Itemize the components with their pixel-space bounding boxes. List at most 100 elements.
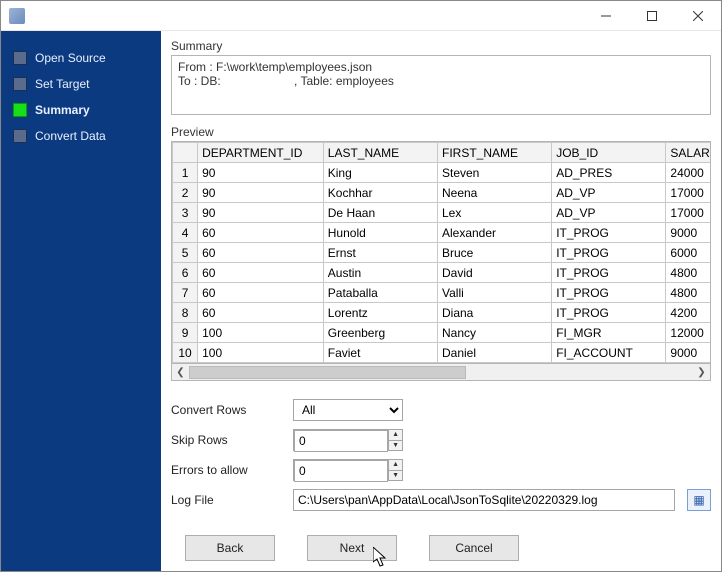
step-summary[interactable]: Summary	[9, 97, 153, 123]
skip-rows-input[interactable]	[294, 430, 388, 452]
convert-rows-select[interactable]: All	[293, 399, 403, 421]
cell[interactable]: David	[437, 263, 551, 283]
cell[interactable]: Nancy	[437, 323, 551, 343]
minimize-button[interactable]	[583, 1, 629, 31]
skip-rows-spinner[interactable]: ▲▼	[293, 429, 403, 451]
cell[interactable]: Ernst	[323, 243, 437, 263]
spin-down-icon[interactable]: ▼	[389, 471, 402, 481]
step-set-target[interactable]: Set Target	[9, 71, 153, 97]
spin-down-icon[interactable]: ▼	[389, 441, 402, 451]
table-row[interactable]: 660AustinDavidIT_PROG4800DAUSTIN103	[173, 263, 711, 283]
cell[interactable]: 17000	[666, 183, 710, 203]
cell[interactable]: 17000	[666, 203, 710, 223]
summary-from-line: From : F:\work\temp\employees.json	[178, 60, 704, 74]
cell[interactable]: 60	[198, 303, 324, 323]
table-row[interactable]: 9100GreenbergNancyFI_MGR12000NGREENBE101	[173, 323, 711, 343]
cell[interactable]: 4200	[666, 303, 710, 323]
cell[interactable]: IT_PROG	[552, 283, 666, 303]
cell[interactable]: IT_PROG	[552, 223, 666, 243]
scroll-right-arrow[interactable]: ❯	[693, 365, 710, 380]
errors-input[interactable]	[294, 460, 388, 482]
table-row[interactable]: 560ErnstBruceIT_PROG6000BERNST103	[173, 243, 711, 263]
cell[interactable]: Faviet	[323, 343, 437, 363]
cell[interactable]: 60	[198, 263, 324, 283]
cell[interactable]: 90	[198, 203, 324, 223]
preview-section-title: Preview	[171, 125, 711, 139]
col-header[interactable]: LAST_NAME	[323, 143, 437, 163]
cell[interactable]: 60	[198, 223, 324, 243]
horizontal-scrollbar[interactable]: ❮ ❯	[171, 364, 711, 381]
scroll-left-arrow[interactable]: ❮	[172, 365, 189, 380]
cell[interactable]: IT_PROG	[552, 263, 666, 283]
cell[interactable]: AD_VP	[552, 183, 666, 203]
cell[interactable]: Kochhar	[323, 183, 437, 203]
cell[interactable]: 9000	[666, 223, 710, 243]
cell[interactable]: 90	[198, 163, 324, 183]
table-row[interactable]: 390De HaanLexAD_VP17000LDEHAAN100	[173, 203, 711, 223]
col-header[interactable]: JOB_ID	[552, 143, 666, 163]
cell[interactable]: Daniel	[437, 343, 551, 363]
close-button[interactable]	[675, 1, 721, 31]
cell[interactable]: 100	[198, 323, 324, 343]
cell[interactable]: De Haan	[323, 203, 437, 223]
next-button-label: Next	[340, 541, 365, 555]
next-button[interactable]: Next	[307, 535, 397, 561]
cell[interactable]: 12000	[666, 323, 710, 343]
step-open-source[interactable]: Open Source	[9, 45, 153, 71]
step-convert-data[interactable]: Convert Data	[9, 123, 153, 149]
cancel-button[interactable]: Cancel	[429, 535, 519, 561]
log-file-input[interactable]	[293, 489, 675, 511]
scroll-thumb[interactable]	[189, 366, 466, 379]
spin-up-icon[interactable]: ▲	[389, 460, 402, 471]
browse-log-button[interactable]: ▦	[687, 489, 711, 511]
table-row[interactable]: 760PataballaValliIT_PROG4800VPATABAL103	[173, 283, 711, 303]
col-header[interactable]: DEPARTMENT_ID	[198, 143, 324, 163]
step-box-icon	[13, 51, 27, 65]
step-label: Set Target	[35, 77, 89, 91]
table-row[interactable]: 290KochharNeenaAD_VP17000NKOCHHAR100	[173, 183, 711, 203]
cell[interactable]: 4800	[666, 263, 710, 283]
cell[interactable]: 9000	[666, 343, 710, 363]
cell[interactable]: 100	[198, 343, 324, 363]
table-row[interactable]: 10100FavietDanielFI_ACCOUNT9000DFAVIET10…	[173, 343, 711, 363]
cell[interactable]: Steven	[437, 163, 551, 183]
cell[interactable]: Neena	[437, 183, 551, 203]
cell[interactable]: Greenberg	[323, 323, 437, 343]
cell[interactable]: AD_PRES	[552, 163, 666, 183]
cell[interactable]: Lorentz	[323, 303, 437, 323]
cell[interactable]: 60	[198, 283, 324, 303]
cell[interactable]: 90	[198, 183, 324, 203]
cell[interactable]: FI_MGR	[552, 323, 666, 343]
maximize-button[interactable]	[629, 1, 675, 31]
cell[interactable]: Austin	[323, 263, 437, 283]
col-header[interactable]: FIRST_NAME	[437, 143, 551, 163]
cell[interactable]: Bruce	[437, 243, 551, 263]
errors-spinner[interactable]: ▲▼	[293, 459, 403, 481]
back-button[interactable]: Back	[185, 535, 275, 561]
cell[interactable]: FI_ACCOUNT	[552, 343, 666, 363]
scroll-track[interactable]	[189, 365, 693, 380]
cell[interactable]: Hunold	[323, 223, 437, 243]
app-icon	[9, 8, 25, 24]
cell[interactable]: Pataballa	[323, 283, 437, 303]
cell[interactable]: 6000	[666, 243, 710, 263]
step-box-icon	[13, 77, 27, 91]
table-row[interactable]: 460HunoldAlexanderIT_PROG9000AHUNOLD102	[173, 223, 711, 243]
cell[interactable]: King	[323, 163, 437, 183]
col-header[interactable]: SALARY	[666, 143, 710, 163]
row-number: 8	[173, 303, 198, 323]
cell[interactable]: Lex	[437, 203, 551, 223]
cell[interactable]: 24000	[666, 163, 710, 183]
cell[interactable]: Diana	[437, 303, 551, 323]
cell[interactable]: IT_PROG	[552, 243, 666, 263]
spin-up-icon[interactable]: ▲	[389, 430, 402, 441]
cell[interactable]: 4800	[666, 283, 710, 303]
cell[interactable]: 60	[198, 243, 324, 263]
cell[interactable]: Alexander	[437, 223, 551, 243]
table-row[interactable]: 190KingStevenAD_PRES24000SKING	[173, 163, 711, 183]
cell[interactable]: IT_PROG	[552, 303, 666, 323]
back-button-label: Back	[217, 541, 244, 555]
cell[interactable]: AD_VP	[552, 203, 666, 223]
cell[interactable]: Valli	[437, 283, 551, 303]
table-row[interactable]: 860LorentzDianaIT_PROG4200DLORENTZ103	[173, 303, 711, 323]
